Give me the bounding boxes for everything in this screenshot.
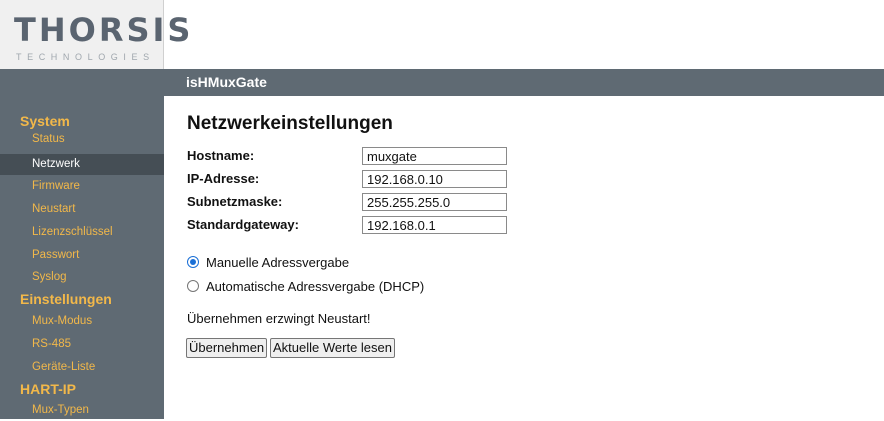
- radio-dhcp-button[interactable]: [187, 280, 199, 292]
- ip-address-label: IP-Adresse:: [187, 171, 260, 186]
- sidebar-section-einstellungen: Einstellungen: [20, 291, 112, 307]
- radio-dhcp[interactable]: Automatische Adressvergabe (DHCP): [187, 277, 424, 295]
- gateway-label: Standardgateway:: [187, 217, 299, 232]
- radio-manual-label: Manuelle Adressvergabe: [206, 254, 350, 270]
- sidebar-item-syslog[interactable]: Syslog: [0, 267, 164, 288]
- subnet-mask-input[interactable]: [362, 193, 507, 211]
- page-title: Netzwerkeinstellungen: [187, 113, 393, 134]
- sidebar-item-passwort[interactable]: Passwort: [0, 245, 164, 266]
- sidebar-item-status[interactable]: Status: [0, 129, 164, 150]
- sidebar-item-firmware[interactable]: Firmware: [0, 176, 164, 197]
- hostname-input[interactable]: [362, 147, 507, 165]
- device-title: isHMuxGate: [186, 74, 267, 90]
- radio-manual-button[interactable]: [187, 256, 199, 268]
- sidebar: System Status Netzwerk Firmware Neustart…: [0, 96, 164, 419]
- main-content: Netzwerkeinstellungen Hostname: IP-Adres…: [164, 96, 884, 419]
- sidebar-item-netzwerk[interactable]: Netzwerk: [0, 154, 164, 175]
- ip-address-input[interactable]: [362, 170, 507, 188]
- sidebar-section-system: System: [20, 113, 70, 129]
- sidebar-item-rs485[interactable]: RS-485: [0, 334, 164, 355]
- logo-area: THORSIS TECHNOLOGIES: [0, 0, 190, 69]
- header-bar: isHMuxGate: [0, 69, 884, 96]
- read-values-button[interactable]: Aktuelle Werte lesen: [270, 338, 395, 358]
- logo: THORSIS: [14, 11, 194, 49]
- subnet-mask-label: Subnetzmaske:: [187, 194, 283, 209]
- hostname-label: Hostname:: [187, 148, 255, 163]
- sidebar-item-mux-modus[interactable]: Mux-Modus: [0, 311, 164, 332]
- logo-tagline: TECHNOLOGIES: [16, 52, 155, 62]
- radio-manual[interactable]: Manuelle Adressvergabe: [187, 253, 349, 271]
- radio-dhcp-label: Automatische Adressvergabe (DHCP): [206, 278, 425, 294]
- sidebar-item-mux-typen[interactable]: Mux-Typen: [0, 400, 164, 421]
- gateway-input[interactable]: [362, 216, 507, 234]
- sidebar-section-hart-ip: HART-IP: [20, 381, 76, 397]
- sidebar-item-neustart[interactable]: Neustart: [0, 199, 164, 220]
- apply-button[interactable]: Übernehmen: [186, 338, 268, 358]
- sidebar-item-lizenzschluessel[interactable]: Lizenzschlüssel: [0, 222, 164, 243]
- restart-notice: Übernehmen erzwingt Neustart!: [187, 311, 371, 326]
- sidebar-item-geraete-liste[interactable]: Geräte-Liste: [0, 357, 164, 378]
